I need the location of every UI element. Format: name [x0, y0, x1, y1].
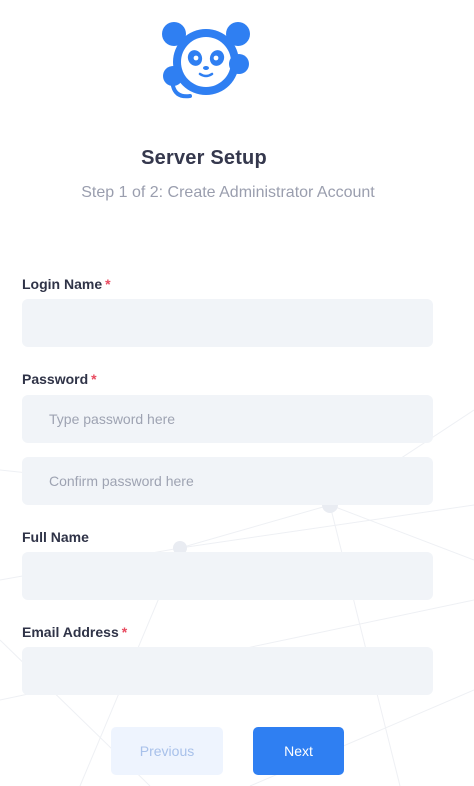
- required-mark: *: [91, 371, 97, 387]
- email-address-input[interactable]: [22, 647, 433, 695]
- password-input[interactable]: [22, 395, 433, 443]
- password-label: Password *: [22, 371, 97, 387]
- full-name-input[interactable]: [22, 552, 433, 600]
- next-button[interactable]: Next: [253, 727, 344, 775]
- required-mark: *: [121, 624, 128, 640]
- email-address-label: Email Address *: [22, 624, 127, 640]
- page-title: Server Setup: [141, 147, 267, 169]
- confirm-password-input[interactable]: [22, 457, 433, 505]
- server-setup-page: Server Setup Step 1 of 2: Create Adminis…: [0, 0, 474, 786]
- full-name-label: Full Name: [22, 529, 89, 545]
- login-name-input[interactable]: [22, 299, 433, 347]
- full-name-label-text: Full Name: [22, 529, 89, 545]
- page-subtitle: Step 1 of 2: Create Administrator Accoun…: [81, 184, 375, 201]
- password-label-text: Password: [22, 371, 89, 387]
- login-name-label-text: Login Name: [22, 276, 103, 292]
- previous-button[interactable]: Previous: [111, 727, 223, 775]
- email-address-label-text: Email Address: [22, 624, 119, 640]
- panda-headset-logo-icon: [162, 22, 250, 99]
- login-name-label: Login Name *: [22, 276, 111, 292]
- required-mark: *: [105, 276, 111, 292]
